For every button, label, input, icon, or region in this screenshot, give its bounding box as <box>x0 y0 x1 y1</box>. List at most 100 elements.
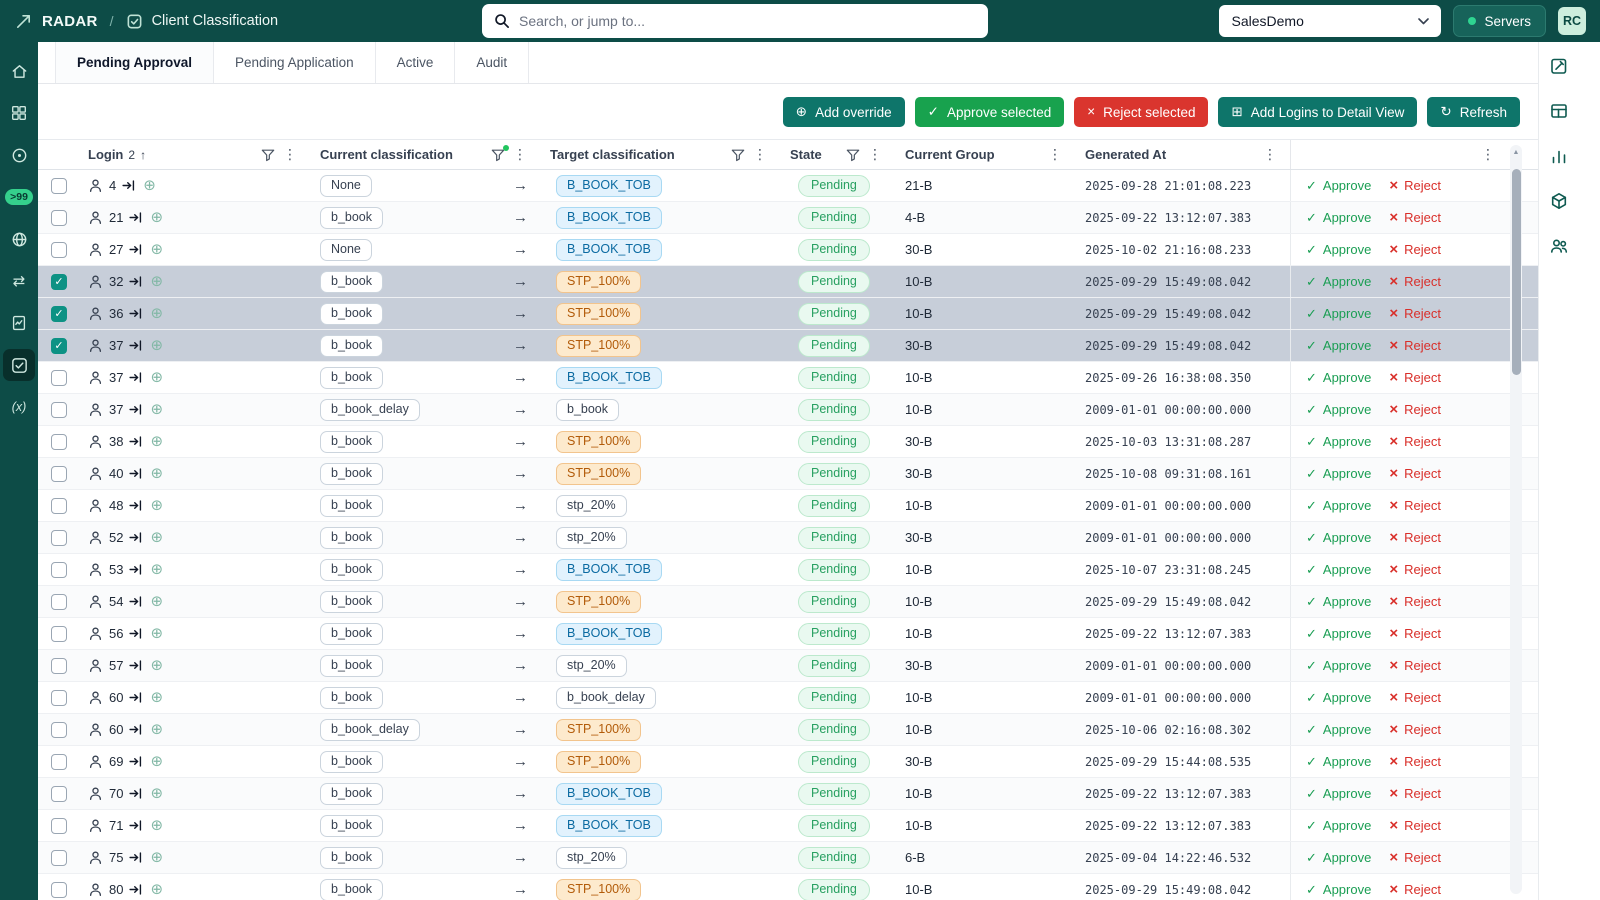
scrollbar-thumb[interactable] <box>1512 169 1521 375</box>
row-checkbox[interactable]: ✓ <box>51 338 67 354</box>
refresh-button[interactable]: ↻Refresh <box>1427 97 1520 127</box>
open-login-icon[interactable] <box>129 371 142 384</box>
approve-action[interactable]: ✓Approve <box>1306 658 1371 673</box>
add-logins-detail-view-button[interactable]: ⊞Add Logins to Detail View <box>1218 97 1417 127</box>
row-checkbox[interactable] <box>51 658 67 674</box>
open-login-icon[interactable] <box>129 755 142 768</box>
reject-action[interactable]: ×Reject <box>1389 530 1441 545</box>
reject-action[interactable]: ×Reject <box>1389 658 1441 673</box>
approve-action[interactable]: ✓Approve <box>1306 530 1371 545</box>
open-login-icon[interactable] <box>129 307 142 320</box>
tab-pending-approval[interactable]: Pending Approval <box>55 42 214 83</box>
approve-action[interactable]: ✓Approve <box>1306 242 1371 257</box>
approve-action[interactable]: ✓Approve <box>1306 498 1371 513</box>
row-checkbox[interactable] <box>51 754 67 770</box>
row-checkbox[interactable] <box>51 242 67 258</box>
approve-action[interactable]: ✓Approve <box>1306 402 1371 417</box>
approve-action[interactable]: ✓Approve <box>1306 754 1371 769</box>
add-to-detail-icon[interactable]: ⊕ <box>150 658 163 673</box>
add-to-detail-icon[interactable]: ⊕ <box>150 210 163 225</box>
reject-action[interactable]: ×Reject <box>1389 210 1441 225</box>
add-to-detail-icon[interactable]: ⊕ <box>150 498 163 513</box>
sidebar-item-dashboard[interactable] <box>3 97 35 129</box>
row-checkbox[interactable] <box>51 562 67 578</box>
approve-action[interactable]: ✓Approve <box>1306 626 1371 641</box>
row-checkbox[interactable] <box>51 690 67 706</box>
add-to-detail-icon[interactable]: ⊕ <box>150 530 163 545</box>
tab-active[interactable]: Active <box>376 42 456 83</box>
add-to-detail-icon[interactable]: ⊕ <box>150 402 163 417</box>
open-login-icon[interactable] <box>129 243 142 256</box>
add-to-detail-icon[interactable]: ⊕ <box>150 722 163 737</box>
add-to-detail-icon[interactable]: ⊕ <box>150 338 163 353</box>
approve-action[interactable]: ✓Approve <box>1306 434 1371 449</box>
row-checkbox[interactable] <box>51 786 67 802</box>
open-login-icon[interactable] <box>129 659 142 672</box>
add-override-button[interactable]: ⊕Add override <box>783 97 905 127</box>
panel-item-forms[interactable] <box>1549 56 1569 76</box>
approve-action[interactable]: ✓Approve <box>1306 466 1371 481</box>
row-checkbox[interactable] <box>51 466 67 482</box>
reject-action[interactable]: ×Reject <box>1389 626 1441 641</box>
open-login-icon[interactable] <box>129 883 142 896</box>
add-to-detail-icon[interactable]: ⊕ <box>150 850 163 865</box>
open-login-icon[interactable] <box>129 499 142 512</box>
sidebar-item-functions[interactable]: (x) <box>3 391 35 423</box>
reject-action[interactable]: ×Reject <box>1389 274 1441 289</box>
add-to-detail-icon[interactable]: ⊕ <box>150 274 163 289</box>
tab-audit[interactable]: Audit <box>455 42 529 83</box>
column-menu-icon[interactable]: ⋮ <box>510 146 530 163</box>
add-to-detail-icon[interactable]: ⊕ <box>150 786 163 801</box>
reject-action[interactable]: ×Reject <box>1389 818 1441 833</box>
open-login-icon[interactable] <box>129 851 142 864</box>
sidebar-item-client-classification[interactable] <box>3 349 35 381</box>
add-to-detail-icon[interactable]: ⊕ <box>150 818 163 833</box>
row-checkbox[interactable] <box>51 722 67 738</box>
open-login-icon[interactable] <box>129 787 142 800</box>
sidebar-item-reports[interactable] <box>3 307 35 339</box>
reject-action[interactable]: ×Reject <box>1389 242 1441 257</box>
reject-action[interactable]: ×Reject <box>1389 562 1441 577</box>
reject-action[interactable]: ×Reject <box>1389 594 1441 609</box>
search-input[interactable] <box>519 13 976 29</box>
open-login-icon[interactable] <box>129 819 142 832</box>
column-menu-icon[interactable]: ⋮ <box>1478 146 1498 163</box>
reject-action[interactable]: ×Reject <box>1389 466 1441 481</box>
add-to-detail-icon[interactable]: ⊕ <box>150 882 163 897</box>
add-to-detail-icon[interactable]: ⊕ <box>150 626 163 641</box>
reject-action[interactable]: ×Reject <box>1389 498 1441 513</box>
reject-action[interactable]: ×Reject <box>1389 434 1441 449</box>
add-to-detail-icon[interactable]: ⊕ <box>150 562 163 577</box>
row-checkbox[interactable] <box>51 850 67 866</box>
panel-item-3d-view[interactable] <box>1549 191 1569 211</box>
panel-item-users[interactable] <box>1549 236 1569 256</box>
column-menu-icon[interactable]: ⋮ <box>1260 146 1280 163</box>
open-login-icon[interactable] <box>129 211 142 224</box>
approve-action[interactable]: ✓Approve <box>1306 786 1371 801</box>
servers-button[interactable]: Servers <box>1453 5 1546 37</box>
approve-action[interactable]: ✓Approve <box>1306 370 1371 385</box>
open-login-icon[interactable] <box>129 339 142 352</box>
column-menu-icon[interactable]: ⋮ <box>865 146 885 163</box>
add-to-detail-icon[interactable]: ⊕ <box>150 434 163 449</box>
add-to-detail-icon[interactable]: ⊕ <box>150 594 163 609</box>
filter-icon[interactable] <box>491 148 505 162</box>
row-checkbox[interactable] <box>51 178 67 194</box>
column-menu-icon[interactable]: ⋮ <box>750 146 770 163</box>
avatar[interactable]: RC <box>1558 7 1586 35</box>
approve-action[interactable]: ✓Approve <box>1306 690 1371 705</box>
approve-action[interactable]: ✓Approve <box>1306 882 1371 897</box>
row-checkbox[interactable]: ✓ <box>51 274 67 290</box>
approve-action[interactable]: ✓Approve <box>1306 562 1371 577</box>
row-checkbox[interactable] <box>51 498 67 514</box>
add-to-detail-icon[interactable]: ⊕ <box>150 754 163 769</box>
environment-select[interactable]: SalesDemo <box>1219 5 1441 37</box>
vertical-scrollbar[interactable]: ▲ <box>1510 145 1522 894</box>
approve-action[interactable]: ✓Approve <box>1306 850 1371 865</box>
reject-action[interactable]: ×Reject <box>1389 370 1441 385</box>
add-to-detail-icon[interactable]: ⊕ <box>150 306 163 321</box>
open-login-icon[interactable] <box>129 563 142 576</box>
reject-action[interactable]: ×Reject <box>1389 850 1441 865</box>
column-menu-icon[interactable]: ⋮ <box>280 146 300 163</box>
open-login-icon[interactable] <box>129 467 142 480</box>
